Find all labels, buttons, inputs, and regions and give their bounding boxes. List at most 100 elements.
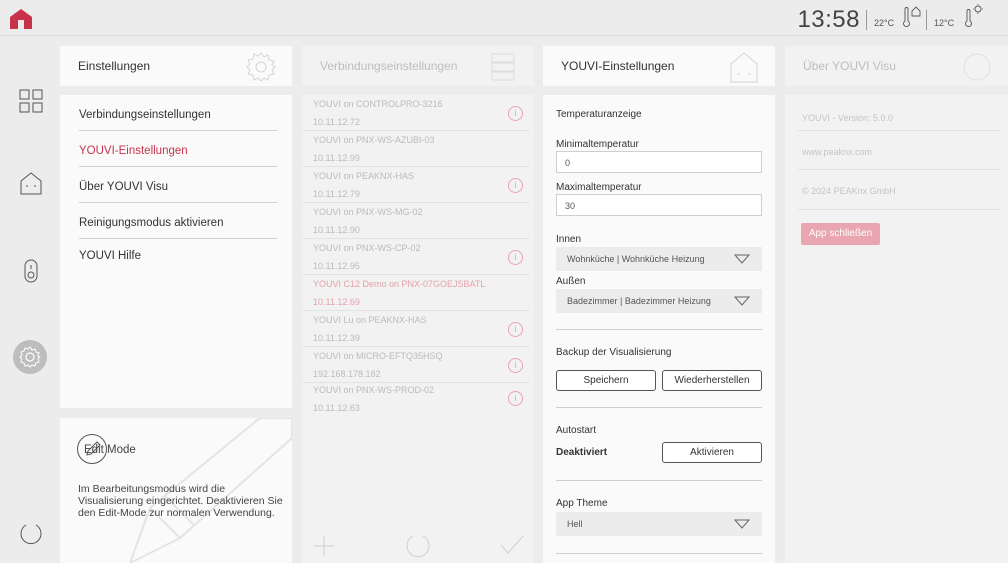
refresh-icon[interactable] [18, 521, 44, 547]
connection-name[interactable]: YOUVI on PEAKNX-HAS [313, 171, 414, 181]
activate-button[interactable]: Aktivieren [662, 442, 762, 463]
connection-ip-selected[interactable]: 10.11.12.69 [313, 297, 360, 307]
info-icon[interactable]: i [508, 178, 523, 193]
app-theme-select[interactable]: Hell [556, 512, 762, 536]
connection-ip[interactable]: 10.11.12.99 [313, 153, 360, 163]
divider [556, 329, 762, 330]
connection-name[interactable]: YOUVI on PNX-WS-MG-02 [313, 207, 423, 217]
connection-ip[interactable]: 10.11.12.63 [313, 403, 360, 413]
outside-select[interactable]: Badezimmer | Badezimmer Heizung [556, 289, 762, 313]
divider [556, 407, 762, 408]
home-logo-icon [10, 9, 32, 29]
divider [303, 310, 529, 311]
clock: 13:58 [797, 6, 860, 33]
connection-ip[interactable]: 10.11.12.90 [313, 225, 360, 235]
divider [303, 238, 529, 239]
menu-item-youvi-settings[interactable]: YOUVI-Einstellungen [79, 145, 277, 157]
info-icon[interactable]: i [508, 106, 523, 121]
divider [79, 202, 277, 203]
edit-mode-title: Edit Mode [84, 444, 136, 456]
connection-name[interactable]: YOUVI on PNX-WS-CP-02 [313, 243, 421, 253]
house-icon [730, 52, 758, 83]
settings-header: Einstellungen [60, 46, 292, 86]
connection-name[interactable]: YOUVI on PNX-WS-AZUBI-03 [313, 135, 435, 145]
save-button[interactable]: Speichern [556, 370, 656, 391]
inside-select-value: Wohnküche | Wohnküche Heizung [567, 254, 705, 264]
divider [798, 209, 1000, 210]
connection-ip[interactable]: 192.168.178.182 [313, 369, 381, 379]
device-icon[interactable] [18, 258, 44, 284]
chevron-down-icon [734, 254, 750, 264]
app-theme-label: App Theme [556, 498, 608, 509]
menu-item-help[interactable]: YOUVI Hilfe [79, 250, 277, 262]
divider [303, 346, 529, 347]
panel-title: Einstellungen [78, 59, 151, 73]
app-theme-value: Hell [567, 519, 583, 529]
website-link[interactable]: www.peaknx.com [802, 147, 872, 157]
menu-item-about[interactable]: Über YOUVI Visu [79, 181, 277, 193]
thermometer-house-icon [903, 6, 921, 27]
youvi-logo-icon [963, 53, 991, 81]
edit-mode-description: Im Bearbeitungsmodus wird die Visualisie… [78, 483, 283, 519]
panel-title: YOUVI-Einstellungen [561, 59, 675, 73]
min-temp-input[interactable]: 0 [556, 151, 762, 173]
connection-name[interactable]: YOUVI Lu on PEAKNX-HAS [313, 315, 427, 325]
panel-title: Verbindungseinstellungen [320, 59, 458, 73]
divider [303, 166, 529, 167]
divider [303, 202, 529, 203]
inside-select[interactable]: Wohnküche | Wohnküche Heizung [556, 247, 762, 271]
connection-ip[interactable]: 10.11.12.95 [313, 261, 360, 271]
connections-header: Verbindungseinstellungen [302, 46, 534, 86]
outside-select-value: Badezimmer | Badezimmer Heizung [567, 296, 711, 306]
connection-name[interactable]: YOUVI on CONTROLPRO-3216 [313, 99, 443, 109]
thermometer-sun-icon [965, 4, 983, 27]
autostart-label: Autostart [556, 425, 597, 436]
max-temp-input[interactable]: 30 [556, 194, 762, 216]
divider [798, 169, 1000, 170]
info-icon[interactable]: i [508, 358, 523, 373]
min-temp-label: Minimaltemperatur [556, 139, 639, 150]
about-header: Über YOUVI Visu [785, 46, 1008, 86]
temp-display-label: Temperaturanzeige [556, 109, 642, 120]
about-panel [785, 95, 1008, 563]
gear-icon [246, 52, 276, 82]
server-icon [491, 53, 515, 81]
check-icon[interactable] [500, 535, 524, 555]
restore-button[interactable]: Wiederherstellen [662, 370, 762, 391]
dashboard-icon[interactable] [18, 88, 44, 114]
divider [303, 382, 529, 383]
divider [79, 166, 277, 167]
max-temp-label: Maximaltemperatur [556, 182, 642, 193]
top-bar: 13:58 22°C 12°C [0, 0, 1008, 36]
close-app-button[interactable]: App schließen [801, 223, 880, 245]
settings-button[interactable] [13, 340, 47, 374]
panel-title: Über YOUVI Visu [803, 59, 896, 73]
temp-inside: 22°C [874, 18, 895, 28]
divider [79, 130, 277, 131]
connection-name-selected[interactable]: YOUVI C12 Demo on PNX-07GOEJSBATL [313, 279, 485, 289]
connection-ip[interactable]: 10.11.12.79 [313, 189, 360, 199]
refresh-icon[interactable] [405, 533, 431, 559]
gear-icon [19, 346, 41, 368]
copyright-text: © 2024 PEAKnx GmbH [802, 186, 896, 196]
info-icon[interactable]: i [508, 322, 523, 337]
info-icon[interactable]: i [508, 250, 523, 265]
connection-name[interactable]: YOUVI on MICRO-EFTQ35HSQ [313, 351, 443, 361]
info-icon[interactable]: i [508, 391, 523, 406]
menu-item-cleaning-mode[interactable]: Reinigungsmodus aktivieren [79, 217, 277, 229]
menu-item-connection[interactable]: Verbindungseinstellungen [79, 109, 277, 121]
temp-outside: 12°C [934, 18, 955, 28]
connection-ip[interactable]: 10.11.12.39 [313, 333, 360, 343]
divider [556, 480, 762, 481]
divider [866, 10, 867, 30]
backup-label: Backup der Visualisierung [556, 347, 672, 358]
divider [926, 10, 927, 30]
connection-name[interactable]: YOUVI on PNX-WS-PROD-02 [313, 385, 434, 395]
divider [303, 274, 529, 275]
chevron-down-icon [734, 296, 750, 306]
connection-ip[interactable]: 10.11.12.72 [313, 117, 360, 127]
home-icon[interactable] [18, 170, 44, 196]
add-icon[interactable] [313, 535, 335, 557]
divider [798, 130, 1000, 131]
divider [79, 238, 277, 239]
